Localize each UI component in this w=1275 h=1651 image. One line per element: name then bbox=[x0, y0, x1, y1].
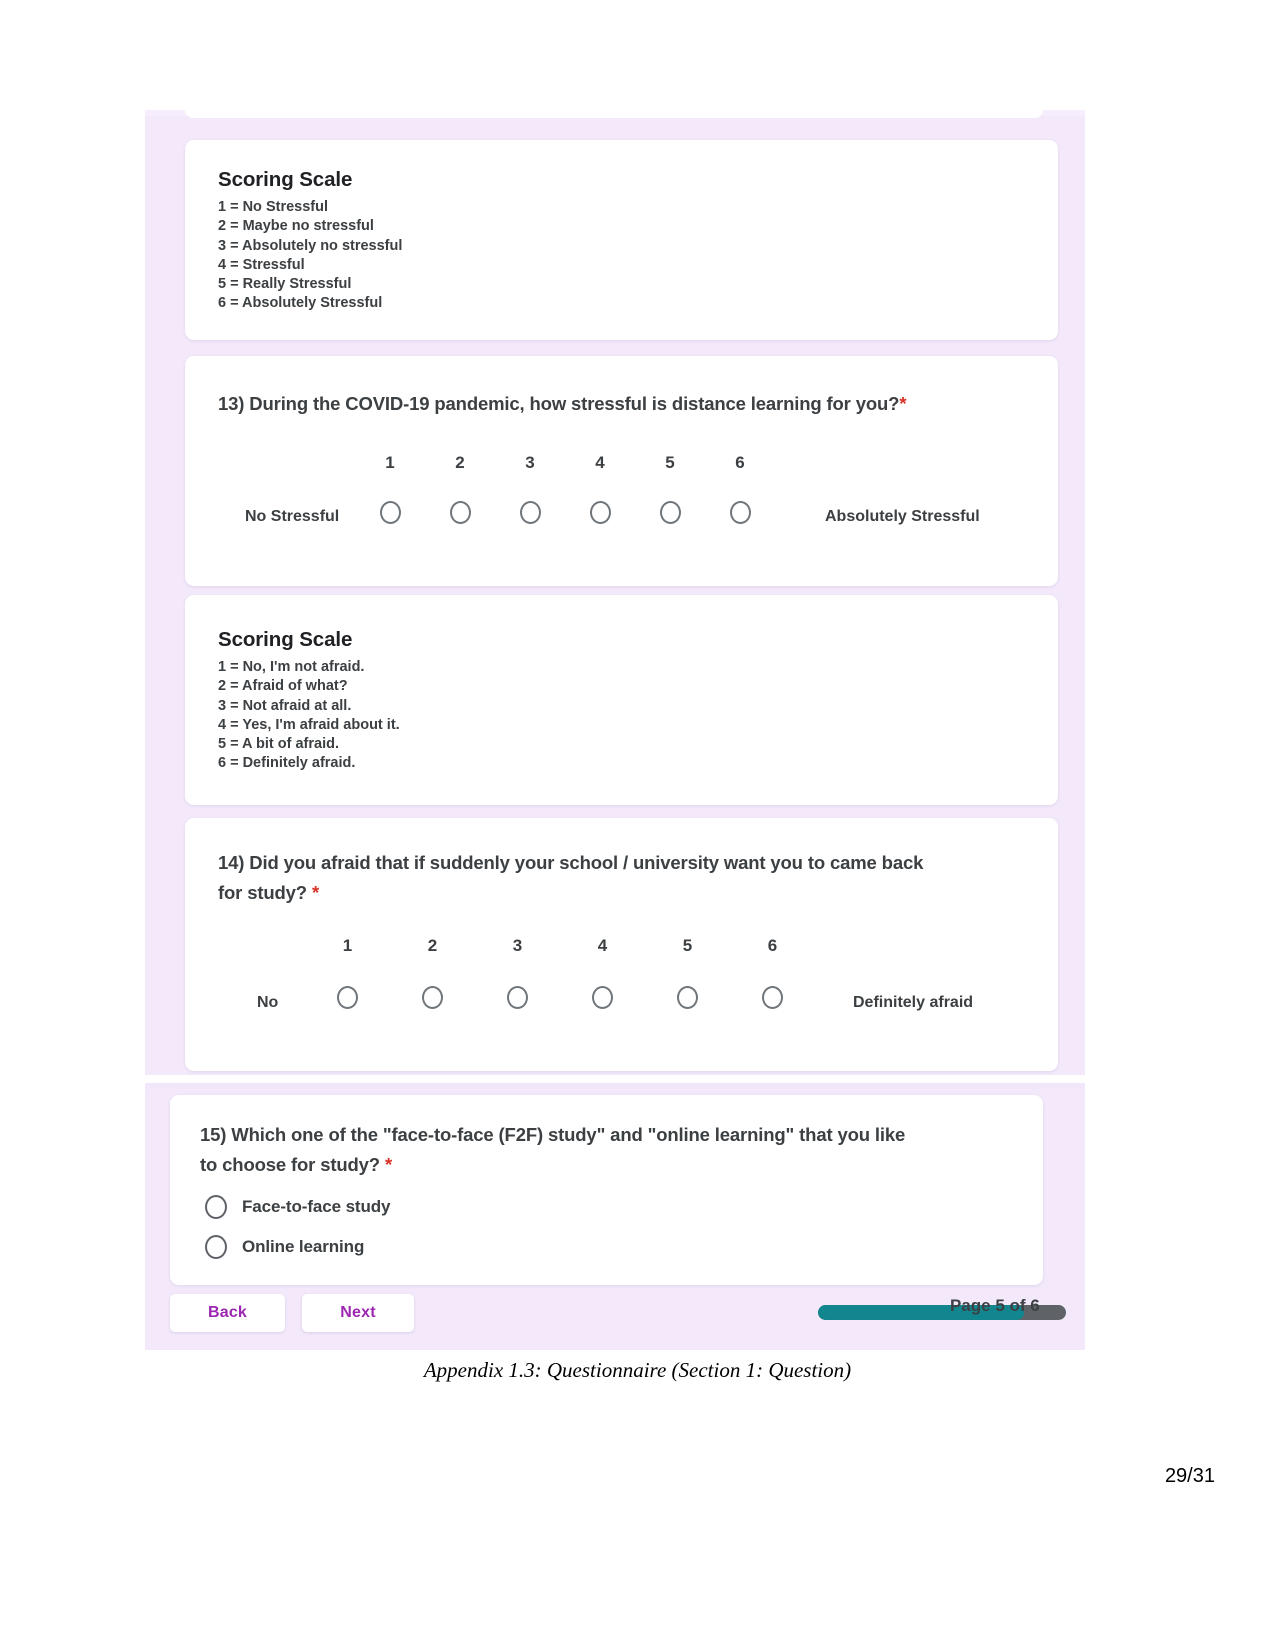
question-14-option-6[interactable] bbox=[730, 986, 815, 1009]
question-13-option-1[interactable] bbox=[355, 501, 425, 524]
question-15-card: 15) Which one of the "face-to-face (F2F)… bbox=[170, 1095, 1043, 1285]
radio-circle-icon[interactable] bbox=[729, 501, 751, 524]
question-14-number-4: 4 bbox=[597, 936, 608, 955]
radio-circle-icon[interactable] bbox=[659, 501, 681, 524]
question-14-card: 14) Did you afraid that if suddenly your… bbox=[185, 818, 1058, 1071]
question-14-number-1: 1 bbox=[342, 936, 353, 955]
scoring-scale-1-line-5: 5 = Really Stressful bbox=[218, 276, 352, 293]
scoring-scale-1-line-6: 6 = Absolutely Stressful bbox=[218, 295, 383, 312]
question-13-number-6: 6 bbox=[735, 453, 745, 472]
scoring-scale-2-title: Scoring Scale bbox=[218, 628, 353, 651]
question-15-text: 15) Which one of the "face-to-face (F2F)… bbox=[200, 1120, 1025, 1180]
scoring-scale-1-line-4: 4 = Stressful bbox=[218, 256, 305, 273]
scoring-scale-2-line-1: 1 = No, I'm not afraid. bbox=[218, 659, 365, 675]
scoring-scale-card-2: Scoring Scale 1 = No, I'm not afraid. 2 … bbox=[185, 595, 1058, 805]
question-13-label: 13) During the COVID-19 pandemic, how st… bbox=[218, 393, 900, 414]
radio-circle-icon[interactable] bbox=[507, 986, 528, 1009]
radio-circle-icon[interactable] bbox=[337, 986, 358, 1009]
page-indicator: Page 5 of 6 bbox=[950, 1296, 1040, 1315]
question-13-number-3: 3 bbox=[525, 453, 535, 472]
scoring-scale-1-title: Scoring Scale bbox=[218, 168, 353, 191]
question-14-option-3[interactable] bbox=[475, 986, 560, 1009]
question-14-right-label: Definitely afraid bbox=[853, 994, 974, 1011]
question-14-option-1[interactable] bbox=[305, 986, 390, 1009]
question-14-number-3: 3 bbox=[512, 936, 523, 955]
radio-circle-icon[interactable] bbox=[205, 1195, 227, 1219]
radio-circle-icon[interactable] bbox=[422, 986, 443, 1009]
screenshot-seam-shadow bbox=[145, 1083, 1085, 1089]
question-15-option-label: Face-to-face study bbox=[242, 1197, 391, 1216]
question-14-number-2: 2 bbox=[427, 936, 438, 955]
radio-circle-icon[interactable] bbox=[449, 501, 471, 524]
question-15-option-face-to-face[interactable]: Face-to-face study bbox=[205, 1195, 391, 1219]
figure-caption: Appendix 1.3: Questionnaire (Section 1: … bbox=[423, 1358, 852, 1382]
question-13-option-5[interactable] bbox=[635, 501, 705, 524]
question-14-text: 14) Did you afraid that if suddenly your… bbox=[218, 848, 1038, 908]
question-13-number-4: 4 bbox=[595, 453, 605, 472]
back-button-label: Back bbox=[207, 1304, 248, 1321]
back-button[interactable]: Back bbox=[170, 1294, 285, 1332]
question-13-number-2: 2 bbox=[455, 453, 465, 472]
scoring-scale-2-line-4: 4 = Yes, I'm afraid about it. bbox=[218, 716, 400, 733]
question-13-radio-row bbox=[355, 501, 775, 524]
question-13-scale-numbers: 1 2 3 4 5 6 bbox=[355, 453, 775, 473]
question-13-option-6[interactable] bbox=[705, 501, 775, 524]
page-folio: 29/31 bbox=[1164, 1465, 1215, 1487]
question-15-label-line-2: to choose for study? bbox=[200, 1154, 380, 1175]
question-13-right-label: Absolutely Stressful bbox=[825, 508, 980, 525]
scoring-scale-2-line-6: 6 = Definitely afraid. bbox=[218, 755, 356, 772]
scoring-scale-card-1: Scoring Scale 1 = No Stressful 2 = Maybe… bbox=[185, 140, 1058, 340]
scoring-scale-2-line-3: 3 = Not afraid at all. bbox=[218, 697, 352, 714]
scoring-scale-1-line-2: 2 = Maybe no stressful bbox=[218, 218, 374, 235]
scoring-scale-1-line-3: 3 = Absolutely no stressful bbox=[218, 237, 403, 254]
radio-circle-icon[interactable] bbox=[677, 986, 698, 1009]
scoring-scale-2-line-2: 2 = Afraid of what? bbox=[218, 678, 348, 695]
question-14-number-6: 6 bbox=[767, 936, 778, 955]
radio-circle-icon[interactable] bbox=[519, 501, 541, 524]
question-14-scale-numbers: 1 2 3 4 5 6 bbox=[305, 936, 815, 956]
question-14-required-star: * bbox=[311, 882, 320, 903]
radio-circle-icon[interactable] bbox=[762, 986, 783, 1009]
question-14-radio-row bbox=[305, 986, 815, 1009]
question-15-option-online-learning[interactable]: Online learning bbox=[205, 1235, 364, 1259]
question-15-required-star: * bbox=[384, 1154, 393, 1175]
question-14-option-2[interactable] bbox=[390, 986, 475, 1009]
question-14-number-5: 5 bbox=[682, 936, 693, 955]
question-15-label-line-1: 15) Which one of the "face-to-face (F2F)… bbox=[200, 1124, 906, 1145]
question-13-number-1: 1 bbox=[385, 453, 395, 472]
scoring-scale-1-line-1: 1 = No Stressful bbox=[218, 199, 328, 215]
question-15-option-label: Online learning bbox=[242, 1237, 365, 1256]
question-14-left-label: No bbox=[257, 994, 279, 1011]
question-13-number-5: 5 bbox=[665, 453, 675, 472]
question-13-card: 13) During the COVID-19 pandemic, how st… bbox=[185, 356, 1058, 586]
question-14-option-4[interactable] bbox=[560, 986, 645, 1009]
radio-circle-icon[interactable] bbox=[589, 501, 611, 524]
question-14-option-5[interactable] bbox=[645, 986, 730, 1009]
previous-card-cropped bbox=[185, 110, 1043, 118]
question-13-option-4[interactable] bbox=[565, 501, 635, 524]
question-13-option-2[interactable] bbox=[425, 501, 495, 524]
question-13-required-star: * bbox=[899, 393, 907, 414]
question-14-label-line-2: for study? bbox=[218, 882, 307, 903]
question-13-text: 13) During the COVID-19 pandemic, how st… bbox=[218, 389, 1028, 419]
radio-circle-icon[interactable] bbox=[205, 1235, 227, 1259]
next-button[interactable]: Next bbox=[302, 1294, 414, 1332]
question-13-left-label: No Stressful bbox=[245, 508, 340, 525]
question-14-label-line-1: 14) Did you afraid that if suddenly your… bbox=[218, 852, 924, 873]
radio-circle-icon[interactable] bbox=[379, 501, 401, 524]
question-13-option-3[interactable] bbox=[495, 501, 565, 524]
scoring-scale-2-line-5: 5 = A bit of afraid. bbox=[218, 736, 339, 753]
questionnaire-screenshot: Scoring Scale 1 = No Stressful 2 = Maybe… bbox=[145, 110, 1085, 1350]
screenshot-seam bbox=[145, 1075, 1085, 1083]
next-button-label: Next bbox=[340, 1304, 376, 1321]
radio-circle-icon[interactable] bbox=[592, 986, 613, 1009]
